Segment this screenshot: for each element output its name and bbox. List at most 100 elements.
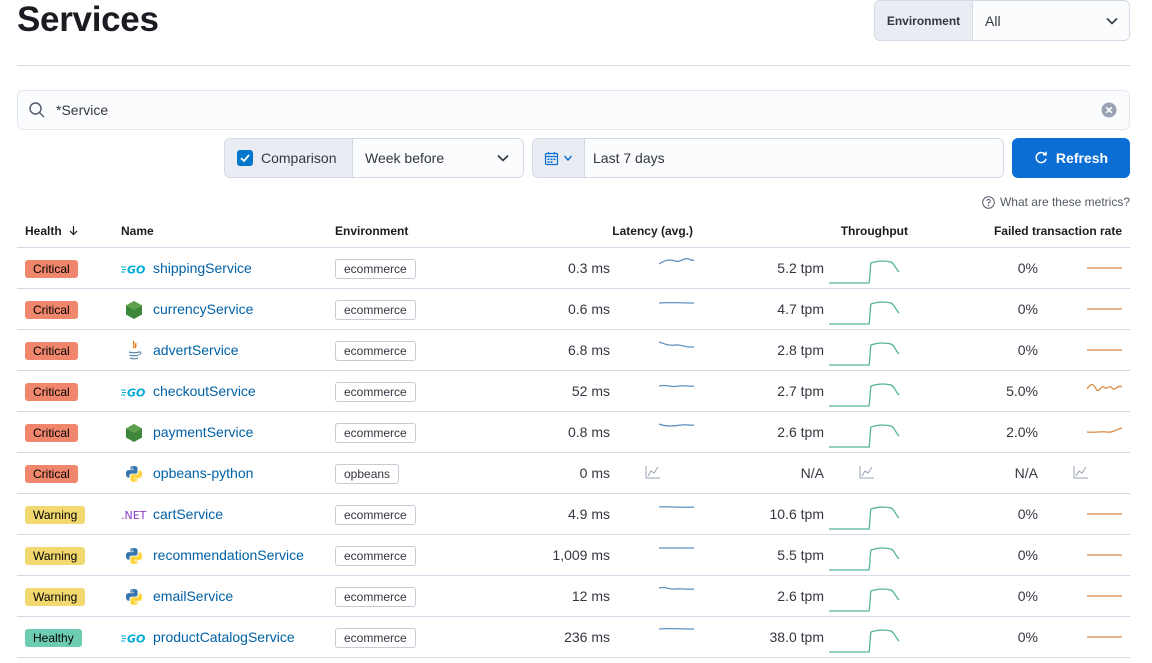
table-row: Critical advertService ecommerce 6.8 ms 2.8 … <box>17 330 1130 371</box>
comparison-control[interactable]: Comparison Week before <box>224 138 524 178</box>
health-badge: Critical <box>25 465 78 483</box>
title-divider <box>17 65 1130 66</box>
chevron-down-icon[interactable] <box>1095 1 1129 40</box>
failed-rate-value: 0% <box>1017 588 1038 604</box>
environment-badge[interactable]: ecommerce <box>335 628 416 648</box>
refresh-icon <box>1035 151 1047 164</box>
throughput-sparkline <box>829 260 900 284</box>
metrics-help-link[interactable]: What are these metrics? <box>982 195 1130 209</box>
throughput-sparkline <box>829 588 900 612</box>
environment-badge[interactable]: ecommerce <box>335 300 416 320</box>
date-range-value[interactable]: Last 7 days <box>585 139 1003 177</box>
throughput-value: 2.6 tpm <box>777 424 824 440</box>
service-name-link[interactable]: opbeans-python <box>153 465 253 481</box>
health-badge: Critical <box>25 383 78 401</box>
service-name-link[interactable]: shippingService <box>153 260 252 276</box>
environment-badge[interactable]: ecommerce <box>335 505 416 525</box>
svg-text:GO: GO <box>127 633 145 645</box>
table-row: Critical opbeans-python opbeans 0 ms N/A N/A <box>17 453 1130 494</box>
chart-unavailable-icon <box>645 465 661 484</box>
table-row: Critical GO checkoutService ecommerce 52 ms 2… <box>17 371 1130 412</box>
latency-value: 0.6 ms <box>567 301 610 317</box>
refresh-button[interactable]: Refresh <box>1012 138 1130 178</box>
service-name-link[interactable]: currencyService <box>153 301 253 317</box>
throughput-sparkline <box>829 506 900 530</box>
throughput-sparkline <box>829 424 900 448</box>
failed-rate-sparkline <box>1087 383 1123 392</box>
failed-rate-sparkline <box>1087 554 1122 556</box>
service-name-link[interactable]: advertService <box>153 342 239 358</box>
table-row: Critical GO shippingService ecommerce 0.3 ms… <box>17 248 1130 289</box>
table-body: Critical GO shippingService ecommerce 0.3 ms… <box>17 248 1130 658</box>
environment-badge[interactable]: ecommerce <box>335 587 416 607</box>
throughput-column-header[interactable]: Throughput <box>841 224 908 238</box>
python-icon <box>121 587 147 607</box>
service-name-link[interactable]: emailService <box>153 588 233 604</box>
service-name-link[interactable]: checkoutService <box>153 383 256 399</box>
search-bar[interactable]: *Service <box>17 90 1130 130</box>
latency-value: 1,009 ms <box>552 547 610 563</box>
throughput-sparkline <box>829 301 900 325</box>
throughput-value: 10.6 tpm <box>769 506 824 522</box>
latency-sparkline <box>659 547 694 549</box>
clear-icon[interactable] <box>1089 102 1129 118</box>
service-name-link[interactable]: cartService <box>153 506 223 522</box>
service-name-link[interactable]: recommendationService <box>153 547 304 563</box>
failed-rate-value: 5.0% <box>1006 383 1038 399</box>
latency-sparkline <box>659 301 695 304</box>
dotnet-icon: .NET <box>121 505 147 525</box>
environment-badge[interactable]: ecommerce <box>335 546 416 566</box>
environment-select[interactable]: Environment All <box>874 0 1130 41</box>
throughput-value: 2.7 tpm <box>777 383 824 399</box>
throughput-sparkline <box>829 383 900 407</box>
throughput-value: 2.6 tpm <box>777 588 824 604</box>
latency-value: 4.9 ms <box>567 506 610 522</box>
failed-rate-value: 0% <box>1017 629 1038 645</box>
quick-menu-button[interactable] <box>533 139 585 177</box>
comparison-toggle[interactable]: Comparison <box>225 139 353 177</box>
throughput-value: 5.5 tpm <box>777 547 824 563</box>
latency-sparkline <box>659 341 695 348</box>
comparison-select-value[interactable]: Week before <box>353 139 483 177</box>
services-table: Health Name Environment Latency (avg.) T… <box>17 214 1130 658</box>
chevron-down-icon[interactable] <box>483 139 523 177</box>
environment-badge[interactable]: ecommerce <box>335 259 416 279</box>
go-icon: GO <box>121 628 147 648</box>
failed-rate-sparkline <box>1087 513 1122 515</box>
throughput-sparkline <box>829 629 900 653</box>
latency-column-header[interactable]: Latency (avg.) <box>612 224 693 238</box>
health-badge: Critical <box>25 424 78 442</box>
environment-select-label: Environment <box>875 1 973 40</box>
health-column-header[interactable]: Health <box>25 224 79 238</box>
service-name-link[interactable]: paymentService <box>153 424 253 440</box>
failed-rate-column-header[interactable]: Failed transaction rate <box>994 224 1122 238</box>
service-name-link[interactable]: productCatalogService <box>153 629 295 645</box>
latency-value: 236 ms <box>564 629 610 645</box>
name-column-header[interactable]: Name <box>121 224 154 238</box>
latency-value: 0.8 ms <box>567 424 610 440</box>
svg-text:.NET: .NET <box>121 509 147 522</box>
throughput-value: 4.7 tpm <box>777 301 824 317</box>
environment-badge[interactable]: opbeans <box>335 464 400 484</box>
environment-badge[interactable]: ecommerce <box>335 341 416 361</box>
environment-column-header[interactable]: Environment <box>335 224 408 238</box>
throughput-value: N/A <box>800 465 824 481</box>
search-input[interactable]: *Service <box>56 102 1089 118</box>
failed-rate-value: 0% <box>1017 506 1038 522</box>
environment-badge[interactable]: ecommerce <box>335 423 416 443</box>
throughput-value: 2.8 tpm <box>777 342 824 358</box>
nodejs-icon <box>121 423 147 443</box>
latency-value: 12 ms <box>571 588 610 604</box>
failed-rate-value: 0% <box>1017 260 1038 276</box>
health-badge: Critical <box>25 260 78 278</box>
latency-sparkline <box>659 384 695 388</box>
health-badge: Healthy <box>25 629 82 647</box>
environment-badge[interactable]: ecommerce <box>335 382 416 402</box>
health-badge: Critical <box>25 301 78 319</box>
comparison-checkbox[interactable] <box>237 150 253 166</box>
environment-select-value[interactable]: All <box>973 1 1095 40</box>
date-picker[interactable]: Last 7 days <box>532 138 1004 178</box>
table-header: Health Name Environment Latency (avg.) T… <box>17 214 1130 248</box>
failed-rate-value: 0% <box>1017 342 1038 358</box>
failed-rate-value: N/A <box>1014 465 1038 481</box>
